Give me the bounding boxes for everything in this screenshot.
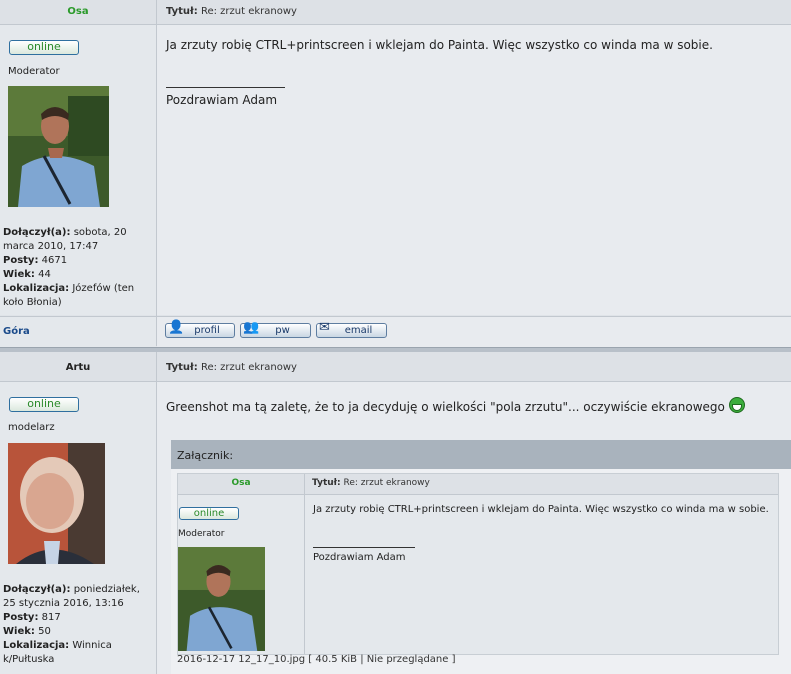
age-value: 50	[38, 626, 51, 637]
age-value: 44	[38, 269, 51, 280]
email-button[interactable]: ✉ email	[316, 321, 387, 338]
attachment-caption[interactable]: 2016-12-17 12_17_10.jpg [ 40.5 KiB | Nie…	[177, 654, 456, 665]
inner-title: Tytuł: Re: zrzut ekranowy	[312, 478, 430, 488]
post-message: Greenshot ma tą zaletę, że to ja decyduj…	[166, 397, 745, 414]
posts-value: 817	[41, 612, 61, 623]
inner-divider	[304, 474, 305, 654]
inner-author-name: Osa	[231, 478, 251, 488]
post-message: Ja zrzuty robię CTRL+printscreen i wklej…	[166, 38, 713, 52]
inner-avatar	[178, 547, 265, 651]
post-title: Tytuł: Re: zrzut ekranowy	[166, 362, 297, 373]
author-header: Artu	[0, 352, 156, 382]
attachment-image[interactable]: Osa Tytuł: Re: zrzut ekranowy online Mod…	[177, 473, 779, 655]
posts-label: Posty:	[3, 255, 39, 266]
title-label: Tytuł:	[166, 6, 198, 17]
avatar[interactable]	[8, 86, 109, 207]
email-button-label: email	[344, 325, 373, 336]
pm-button-label: pw	[275, 325, 290, 336]
attachment-label: Załącznik:	[177, 449, 234, 462]
age-label: Wiek:	[3, 626, 35, 637]
top-link[interactable]: Góra	[3, 326, 30, 337]
post-message-text: Greenshot ma tą zaletę, że to ja decyduj…	[166, 400, 725, 414]
attachment-box: Załącznik: Osa Tytuł: Re: zrzut ekranowy…	[171, 440, 791, 674]
inner-avatar-image	[178, 547, 265, 651]
attachment-header: Załącznik:	[171, 440, 791, 469]
posts-value: 4671	[41, 255, 68, 266]
inner-author-header: Osa	[178, 474, 304, 495]
post-title-row: Tytuł: Re: zrzut ekranowy	[157, 352, 791, 382]
author-profile: online modelarz Dołączył(a): poniedziałe…	[0, 382, 156, 674]
signature-divider	[166, 87, 285, 88]
signature: Pozdrawiam Adam	[166, 93, 278, 107]
author-header: Osa	[0, 0, 156, 25]
inner-title-label: Tytuł:	[312, 478, 341, 488]
online-status-badge: online	[9, 397, 79, 412]
profile-button-label: profil	[194, 325, 220, 336]
avatar-image	[8, 443, 105, 564]
grin-smiley-icon	[728, 397, 745, 413]
post-footer-left: Góra	[0, 316, 156, 347]
author-info: Dołączył(a): sobota, 20 marca 2010, 17:4…	[3, 226, 153, 310]
user-rank: Moderator	[8, 66, 60, 77]
inner-title-value: Re: zrzut ekranowy	[343, 478, 430, 488]
inner-online-badge: online	[179, 507, 239, 520]
pm-button[interactable]: 👥 pw	[240, 321, 311, 338]
joined-label: Dołączył(a):	[3, 584, 71, 595]
avatar-image	[8, 86, 109, 207]
title-value[interactable]: Re: zrzut ekranowy	[201, 362, 297, 373]
profile-button[interactable]: 👤 profil	[165, 321, 235, 338]
post-title-row: Tytuł: Re: zrzut ekranowy	[157, 0, 791, 25]
user-rank: modelarz	[8, 422, 55, 433]
title-label: Tytuł:	[166, 362, 198, 373]
location-label: Lokalizacja:	[3, 640, 70, 651]
author-name[interactable]: Artu	[0, 362, 156, 373]
author-info: Dołączył(a): poniedziałek, 25 stycznia 2…	[3, 583, 153, 667]
joined-label: Dołączył(a):	[3, 227, 71, 238]
post-title: Tytuł: Re: zrzut ekranowy	[166, 6, 297, 17]
avatar[interactable]	[8, 443, 105, 564]
post-body: Greenshot ma tą zaletę, że to ja decyduj…	[157, 382, 791, 674]
inner-title-row: Tytuł: Re: zrzut ekranowy	[305, 474, 778, 495]
location-label: Lokalizacja:	[3, 283, 70, 294]
inner-signature: Pozdrawiam Adam	[313, 552, 406, 563]
posts-label: Posty:	[3, 612, 39, 623]
age-label: Wiek:	[3, 269, 35, 280]
post-footer-right: 👤 profil 👥 pw ✉ email	[157, 316, 791, 347]
inner-user-rank: Moderator	[178, 529, 225, 539]
post-body: Ja zrzuty robię CTRL+printscreen i wklej…	[157, 25, 791, 315]
title-value[interactable]: Re: zrzut ekranowy	[201, 6, 297, 17]
author-name[interactable]: Osa	[0, 6, 156, 17]
online-status-badge: online	[9, 40, 79, 55]
inner-signature-divider	[313, 547, 415, 548]
author-profile: online Moderator Dołączył(a): sobota, 20…	[0, 25, 156, 315]
inner-message: Ja zrzuty robię CTRL+printscreen i wklej…	[313, 504, 769, 515]
